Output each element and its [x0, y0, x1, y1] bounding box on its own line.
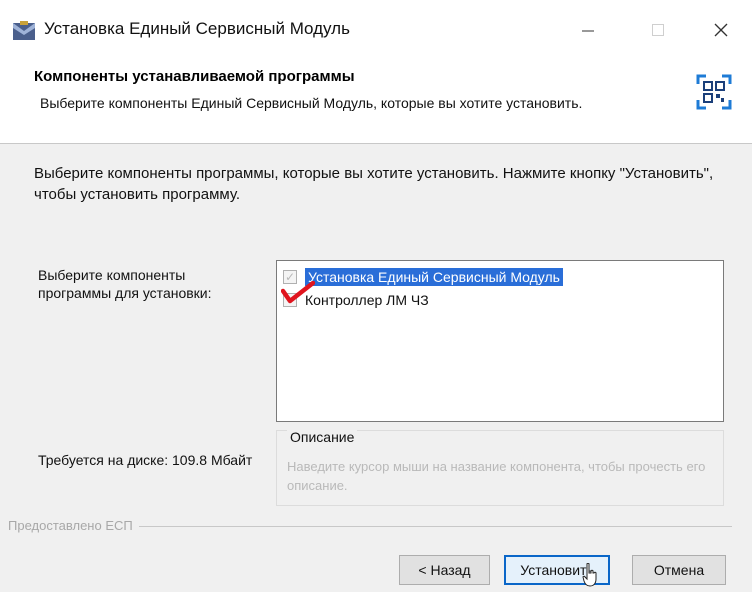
qr-code-icon	[696, 74, 732, 110]
component-label-controller: Контроллер ЛМ ЧЗ	[305, 292, 429, 308]
maximize-icon	[652, 24, 664, 36]
components-label: Выберите компоненты программы для устано…	[38, 267, 212, 301]
title-bar: Установка Единый Сервисный Модуль	[0, 0, 752, 62]
maximize-button[interactable]	[635, 10, 681, 50]
description-text: Наведите курсор мыши на название компоне…	[287, 459, 706, 493]
wizard-header: Компоненты устанавливаемой программы Выб…	[0, 62, 752, 144]
description-title: Описание	[287, 429, 358, 445]
window-title: Установка Единый Сервисный Модуль	[44, 19, 350, 38]
components-tree[interactable]: ✓ Установка Единый Сервисный Модуль Конт…	[276, 260, 724, 422]
header-title: Компоненты устанавливаемой программы	[34, 68, 355, 85]
branding-text: Предоставлено ЕСП	[8, 518, 139, 533]
cancel-button[interactable]: Отмена	[632, 555, 726, 585]
minimize-button[interactable]	[565, 10, 611, 50]
red-checkmark-annotation-icon	[281, 281, 315, 304]
installer-app-icon	[13, 21, 35, 40]
installer-window: Установка Единый Сервисный Модуль Компон…	[0, 0, 752, 592]
close-icon	[714, 23, 728, 37]
mouse-cursor-icon	[582, 563, 597, 587]
intro-text: Выберите компоненты программы, которые в…	[34, 165, 714, 203]
close-button[interactable]	[698, 10, 744, 50]
disk-space-text: Требуется на диске: 109.8 Мбайт	[38, 452, 253, 468]
component-item-esm[interactable]: ✓ Установка Единый Сервисный Модуль	[283, 267, 563, 287]
back-button[interactable]: < Назад	[399, 555, 490, 585]
header-subtitle: Выберите компоненты Единый Сервисный Мод…	[40, 95, 583, 111]
minimize-icon	[582, 30, 594, 32]
description-group: Описание Наведите курсор мыши на названи…	[276, 429, 724, 506]
component-label-esm: Установка Единый Сервисный Модуль	[305, 268, 563, 286]
